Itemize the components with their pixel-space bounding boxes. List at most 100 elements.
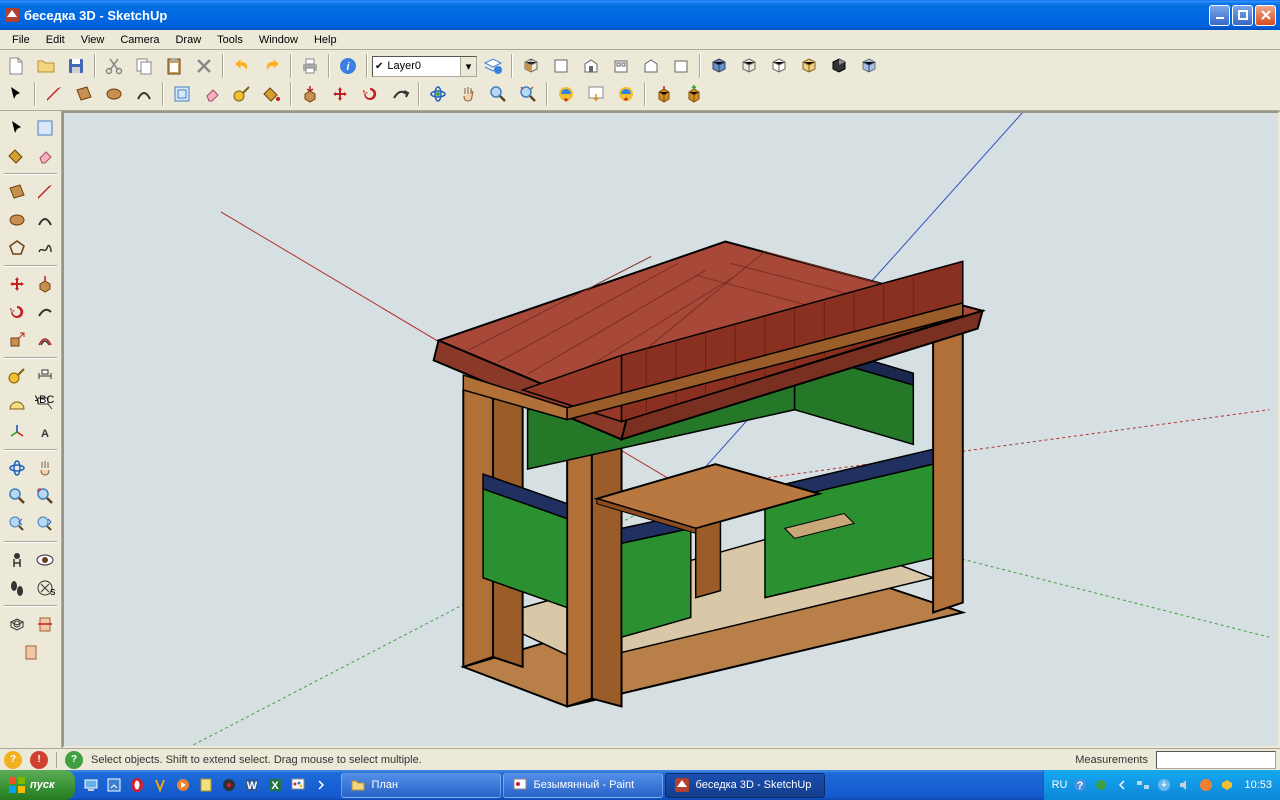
model-info-button[interactable]: i [334, 52, 362, 80]
move-button[interactable] [326, 80, 354, 108]
pushpull-tool[interactable] [32, 271, 58, 297]
freehand-tool[interactable] [32, 235, 58, 261]
redo-button[interactable] [258, 52, 286, 80]
new-file-button[interactable] [2, 52, 30, 80]
back-view-button[interactable] [637, 52, 665, 80]
tape-measure-button[interactable] [228, 80, 256, 108]
copy-button[interactable] [130, 52, 158, 80]
zoom-tool[interactable] [4, 483, 30, 509]
eraser-button[interactable] [198, 80, 226, 108]
tray-download-icon[interactable] [1156, 777, 1172, 793]
left-view-button[interactable] [667, 52, 695, 80]
paint-bucket-button[interactable] [258, 80, 286, 108]
delete-button[interactable] [190, 52, 218, 80]
menu-help[interactable]: Help [306, 32, 345, 48]
tape-tool[interactable] [4, 363, 30, 389]
maximize-button[interactable] [1232, 5, 1253, 26]
ql-winamp-icon[interactable] [150, 775, 170, 795]
text-tool[interactable]: ABC [32, 391, 58, 417]
get-models-button[interactable] [552, 80, 580, 108]
tray-help-icon[interactable]: ? [1072, 777, 1088, 793]
shaded-button[interactable] [735, 52, 763, 80]
undo-button[interactable] [228, 52, 256, 80]
select-tool[interactable] [4, 115, 30, 141]
wireframe-button[interactable] [765, 52, 793, 80]
tray-antivirus-icon[interactable] [1198, 777, 1214, 793]
ql-opera-icon[interactable] [127, 775, 147, 795]
orbit-tool[interactable] [4, 455, 30, 481]
arc-tool[interactable] [32, 207, 58, 233]
menu-tools[interactable]: Tools [209, 32, 251, 48]
move-tool[interactable] [4, 271, 30, 297]
layer-dropdown[interactable]: ✔ Layer0 ▾ [372, 56, 477, 77]
push-pull-button[interactable] [296, 80, 324, 108]
share-component-button[interactable] [612, 80, 640, 108]
previous-view-tool[interactable] [4, 511, 30, 537]
offset-tool[interactable] [32, 327, 58, 353]
ql-mycomputer-icon[interactable] [81, 775, 101, 795]
ql-media-icon[interactable] [173, 775, 193, 795]
start-button[interactable]: пуск [0, 770, 75, 800]
follow-me-button[interactable] [386, 80, 414, 108]
task-item-plan[interactable]: План [341, 773, 501, 798]
top-view-button[interactable] [547, 52, 575, 80]
axes-tool[interactable] [4, 419, 30, 445]
minimize-button[interactable] [1209, 5, 1230, 26]
ql-notes-icon[interactable] [196, 775, 216, 795]
language-indicator[interactable]: RU [1052, 779, 1068, 791]
task-item-sketchup[interactable]: беседка 3D - SketchUp [665, 773, 825, 798]
warehouse-upload-button[interactable] [680, 80, 708, 108]
menu-draw[interactable]: Draw [167, 32, 209, 48]
scale-tool[interactable] [4, 327, 30, 353]
close-button[interactable] [1255, 5, 1276, 26]
print-button[interactable] [296, 52, 324, 80]
line-button[interactable] [40, 80, 68, 108]
section-cut-tool[interactable] [32, 611, 58, 637]
protractor-tool[interactable] [4, 391, 30, 417]
dimension-tool[interactable] [32, 363, 58, 389]
monochrome-button[interactable] [825, 52, 853, 80]
save-button[interactable] [62, 52, 90, 80]
menu-view[interactable]: View [73, 32, 113, 48]
circle-button[interactable] [100, 80, 128, 108]
status-warning-icon[interactable]: ! [30, 751, 48, 769]
tray-updates-icon[interactable] [1219, 777, 1235, 793]
rectangle-button[interactable] [70, 80, 98, 108]
front-view-button[interactable] [577, 52, 605, 80]
section-fill-tool[interactable] [18, 639, 44, 665]
menu-window[interactable]: Window [251, 32, 306, 48]
eraser-tool[interactable] [32, 143, 58, 169]
tray-collapse-icon[interactable] [1114, 777, 1130, 793]
position-camera-tool[interactable] [4, 547, 30, 573]
section-display-tool[interactable] [4, 611, 30, 637]
cut-button[interactable] [100, 52, 128, 80]
clock[interactable]: 10:53 [1244, 779, 1272, 791]
zoom-extents-tool[interactable] [32, 483, 58, 509]
pan-tool[interactable] [32, 455, 58, 481]
zoom-extents-button[interactable] [514, 80, 542, 108]
ql-expand-icon[interactable] [311, 775, 331, 795]
tray-network-icon[interactable] [1135, 777, 1151, 793]
xray-button[interactable] [855, 52, 883, 80]
shaded-textures-button[interactable] [705, 52, 733, 80]
tray-safely-remove-icon[interactable] [1093, 777, 1109, 793]
share-model-button[interactable] [582, 80, 610, 108]
select-button[interactable] [2, 80, 30, 108]
right-view-button[interactable] [607, 52, 635, 80]
next-view-tool[interactable] [32, 511, 58, 537]
pan-button[interactable] [454, 80, 482, 108]
ql-nero-icon[interactable] [219, 775, 239, 795]
zoom-button[interactable] [484, 80, 512, 108]
walk-tool[interactable] [4, 575, 30, 601]
line-tool[interactable] [32, 179, 58, 205]
ql-show-desktop-icon[interactable] [104, 775, 124, 795]
section-plane-tool[interactable]: s [32, 575, 58, 601]
iso-view-button[interactable] [517, 52, 545, 80]
make-component-button[interactable] [168, 80, 196, 108]
menu-edit[interactable]: Edit [38, 32, 73, 48]
menu-camera[interactable]: Camera [112, 32, 167, 48]
paste-button[interactable] [160, 52, 188, 80]
component-tool[interactable] [32, 115, 58, 141]
tray-volume-icon[interactable] [1177, 777, 1193, 793]
menu-file[interactable]: File [4, 32, 38, 48]
